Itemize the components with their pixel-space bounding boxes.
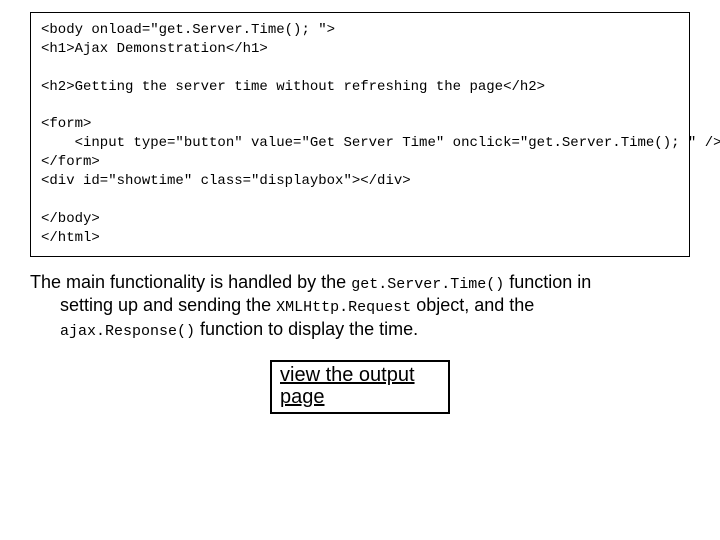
code-line: </html> [41,230,100,246]
code-block: <body onload="get.Server.Time(); "> <h1>… [30,12,690,257]
inline-code: XMLHttp.Request [276,299,411,316]
text: setting up and sending the [60,295,276,315]
code-line: <div id="showtime" class="displaybox"></… [41,173,411,189]
code-line: <input type="button" value="Get Server T… [41,135,720,151]
view-output-link[interactable]: view the output page [270,360,450,414]
inline-code: ajax.Response() [60,323,195,340]
code-line: </form> [41,154,100,170]
code-line: <form> [41,116,91,132]
code-line: </body> [41,211,100,227]
text: The main functionality is handled by the [30,272,351,292]
code-line: <h1>Ajax Demonstration</h1> [41,41,268,57]
description-paragraph: The main functionality is handled by the… [30,271,690,342]
code-line: <body onload="get.Server.Time(); "> [41,22,335,38]
text: function to display the time. [195,319,418,339]
inline-code: get.Server.Time() [351,276,504,293]
text: function in [504,272,591,292]
text: object, and the [411,295,534,315]
code-line: <h2>Getting the server time without refr… [41,79,545,95]
